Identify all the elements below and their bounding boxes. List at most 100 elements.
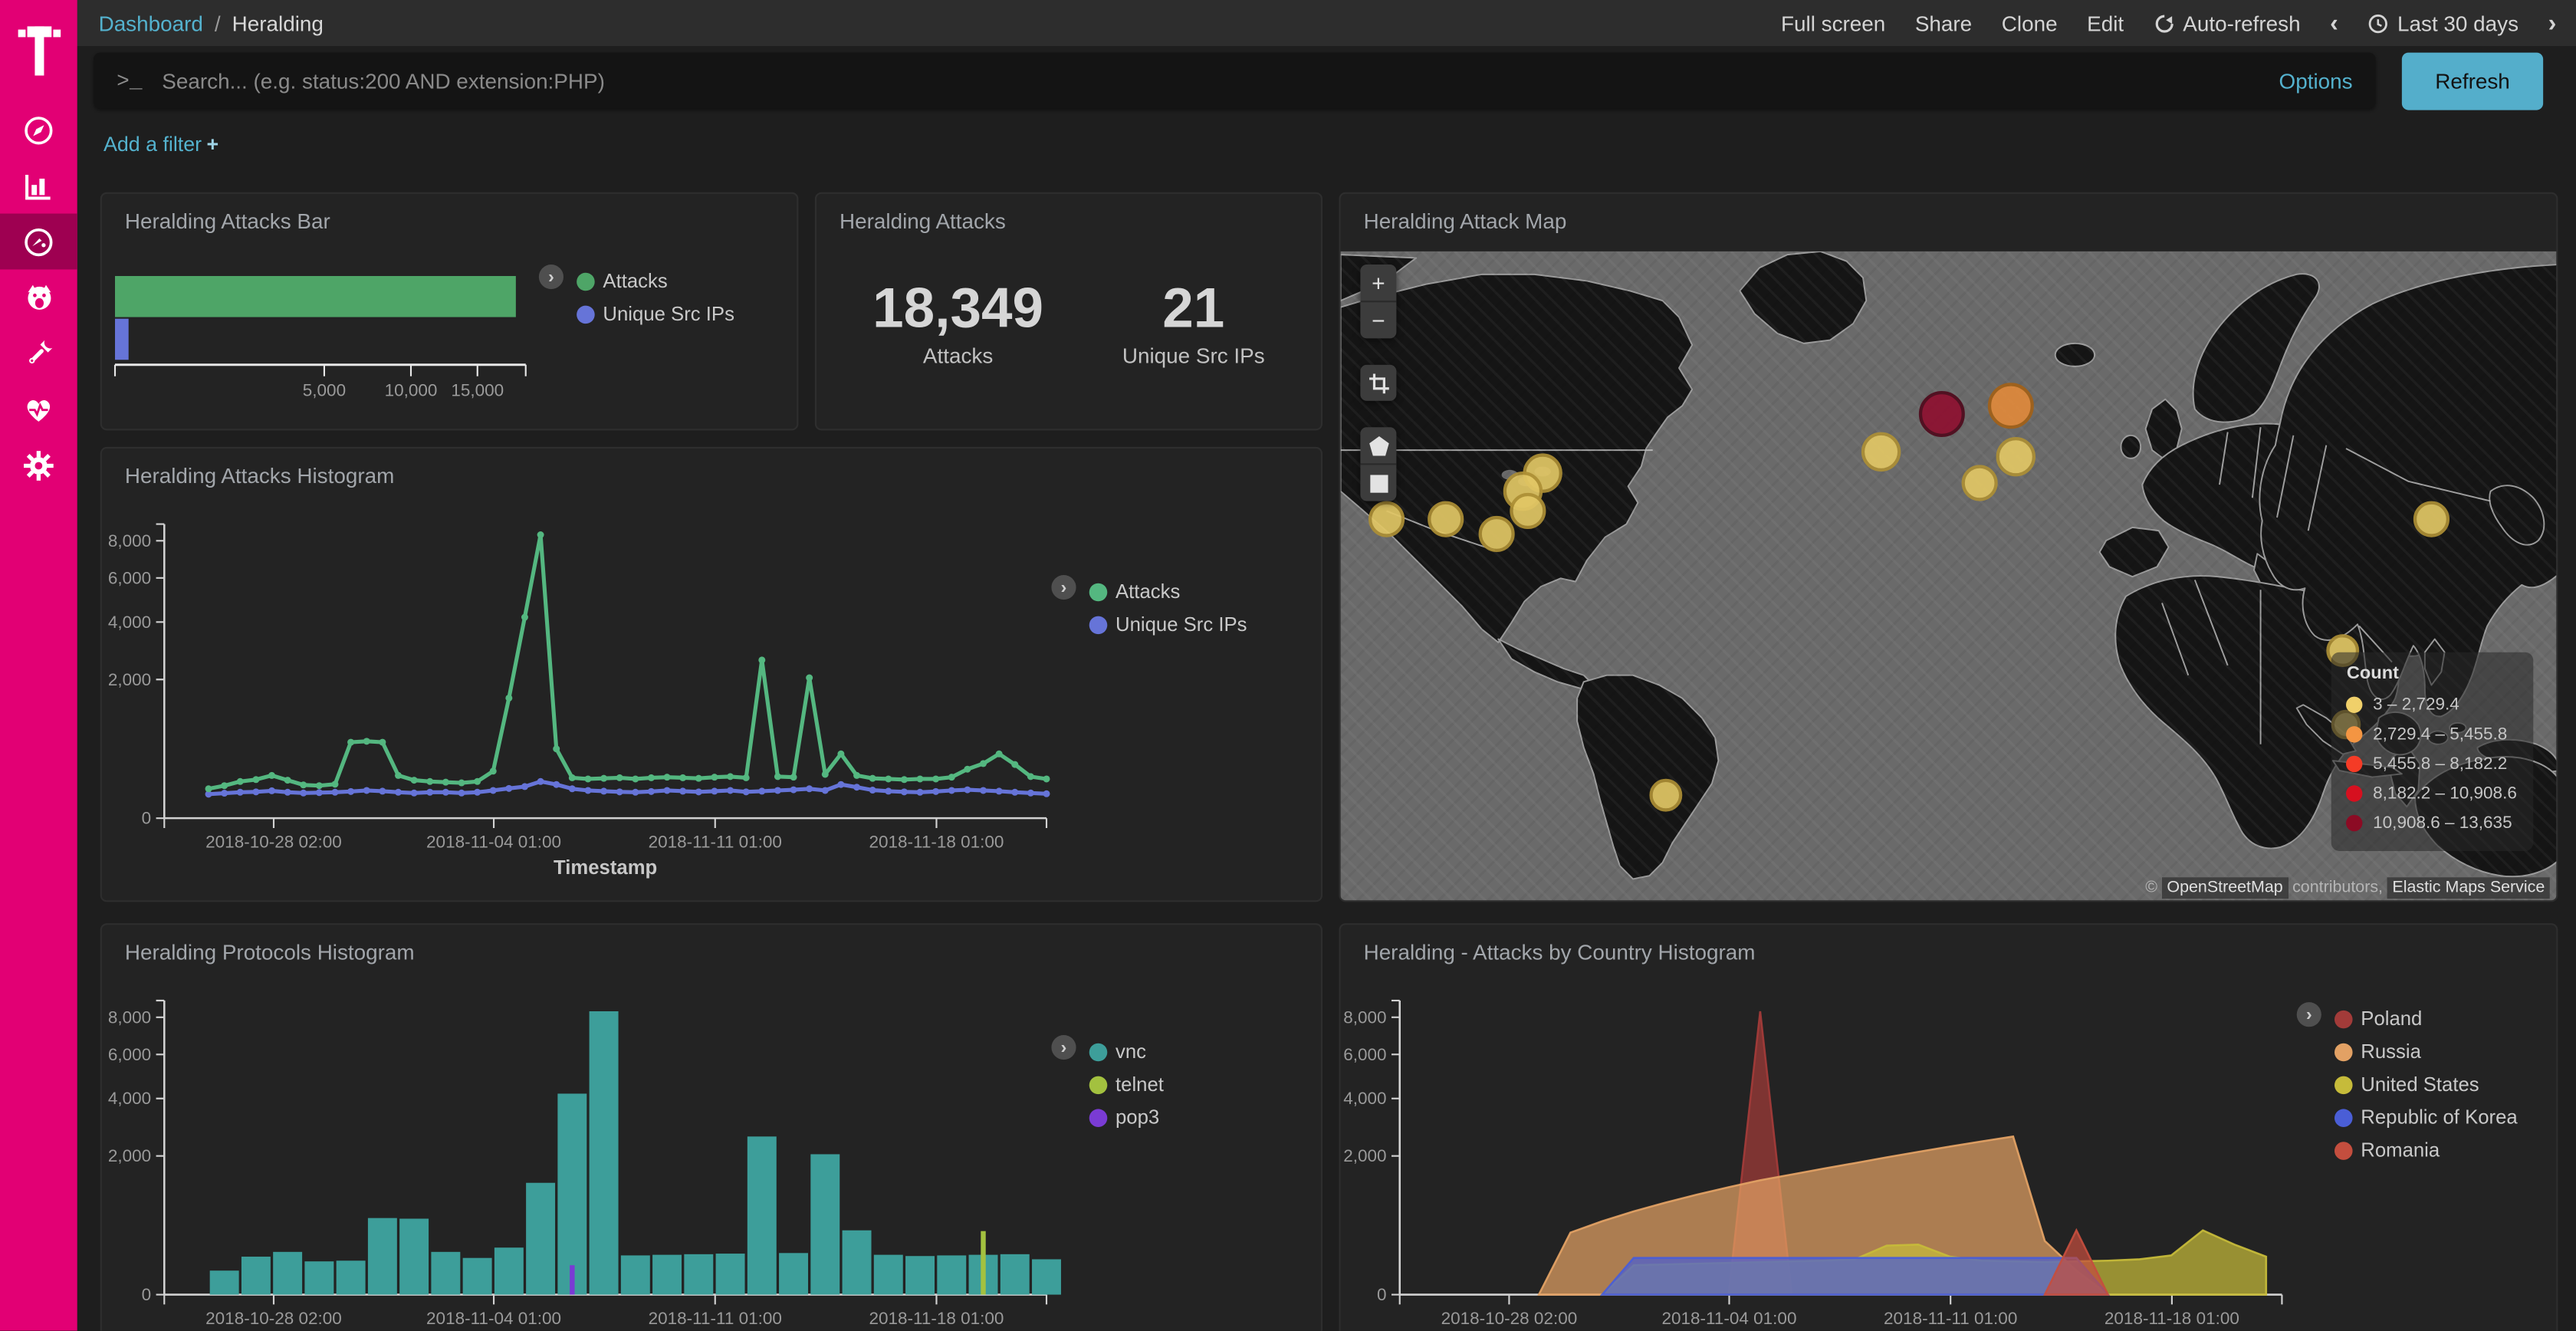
attack-location-circle[interactable] (1510, 493, 1546, 529)
time-step-forward-button[interactable]: › (2548, 11, 2557, 35)
metric-unique-src-ips: 21 Unique Src IPs (1122, 279, 1265, 369)
edit-button[interactable]: Edit (2087, 11, 2124, 35)
legend-item[interactable]: Russia (2334, 1035, 2518, 1068)
attack-location-circle[interactable] (1479, 516, 1515, 552)
map-controls: + − (1360, 265, 1396, 501)
panel-protocols-histogram: Heralding Protocols Histogram 02,0004,00… (100, 923, 1322, 1330)
share-button[interactable]: Share (1915, 11, 1972, 35)
elastic-maps-service-link[interactable]: Elastic Maps Service (2387, 877, 2550, 899)
breadcrumb-dashboard-link[interactable]: Dashboard (99, 11, 203, 35)
sidebar-item-monitoring[interactable] (0, 381, 77, 437)
legend-item[interactable]: Attacks (1089, 575, 1247, 608)
svg-text:8,000: 8,000 (1343, 1007, 1386, 1027)
time-range-button[interactable]: Last 30 days (2367, 11, 2518, 35)
fit-data-bounds-button[interactable] (1360, 365, 1396, 401)
metric-label: Unique Src IPs (1122, 344, 1265, 369)
legend-item[interactable]: Unique Src IPs (577, 297, 734, 330)
legend-color-dot (1089, 1043, 1108, 1061)
rectangle-icon (1368, 472, 1389, 494)
panel-title: Heralding Attacks Bar (125, 209, 330, 233)
legend-item[interactable]: pop3 (1089, 1101, 1164, 1134)
add-filter-button[interactable]: Add a filter+ (104, 133, 219, 156)
svg-text:Timestamp: Timestamp (554, 857, 657, 879)
bar-chart-icon (23, 170, 54, 202)
sidebar-item-dashboard[interactable] (0, 214, 77, 270)
draw-polygon-button[interactable] (1360, 427, 1396, 465)
options-link[interactable]: Options (2279, 68, 2353, 93)
zoom-in-button[interactable]: + (1360, 265, 1396, 302)
search-input[interactable] (159, 67, 2256, 94)
gauge-icon (23, 226, 54, 258)
sidebar-item-timelion[interactable] (0, 269, 77, 325)
attack-location-circle[interactable] (1988, 383, 2034, 429)
clone-button[interactable]: Clone (2002, 11, 2058, 35)
breadcrumb-separator: / (215, 11, 221, 35)
sidebar-item-dev-tools[interactable] (0, 325, 77, 381)
svg-text:6,000: 6,000 (1343, 1045, 1386, 1064)
wrench-icon (23, 337, 54, 369)
legend-color-dot (1089, 1076, 1108, 1094)
svg-text:2018-11-04 01:00: 2018-11-04 01:00 (1661, 1309, 1796, 1328)
map-legend-item: 10,908.6 – 13,635 (2347, 808, 2517, 838)
metric-value: 21 (1122, 279, 1265, 340)
legend-item[interactable]: vnc (1089, 1035, 1164, 1068)
legend-item[interactable]: telnet (1089, 1068, 1164, 1101)
full-screen-button[interactable]: Full screen (1781, 11, 1885, 35)
svg-text:2018-11-11 01:00: 2018-11-11 01:00 (1884, 1309, 2017, 1328)
panel-title: Heralding - Attacks by Country Histogram (1364, 940, 1756, 965)
sidebar-item-management[interactable] (0, 437, 77, 493)
attack-location-circle[interactable] (1861, 432, 1901, 472)
legend-color-dot (577, 272, 595, 291)
sidebar-item-visualize[interactable] (0, 158, 77, 214)
legend-item[interactable]: Attacks (577, 265, 734, 297)
metric-attacks: 18,349 Attacks (872, 279, 1043, 369)
legend-toggle-icon[interactable]: › (2297, 1002, 2321, 1027)
svg-text:2,000: 2,000 (1343, 1146, 1386, 1165)
t-mobile-logo[interactable] (0, 0, 77, 102)
legend-item[interactable]: Poland (2334, 1002, 2518, 1035)
attack-location-circle[interactable] (1919, 391, 1965, 437)
breadcrumb: Dashboard / Heralding (99, 11, 324, 35)
legend-color-dot (2334, 1141, 2353, 1159)
attack-location-circle[interactable] (1962, 465, 1998, 501)
metric-label: Attacks (872, 344, 1043, 369)
svg-text:6,000: 6,000 (108, 568, 151, 587)
map-attribution: © OpenStreetMap contributors, Elastic Ma… (2145, 879, 2550, 897)
refresh-button[interactable]: Refresh (2402, 52, 2543, 110)
svg-text:2018-10-28 02:00: 2018-10-28 02:00 (205, 833, 342, 852)
svg-text:2018-11-04 01:00: 2018-11-04 01:00 (426, 833, 561, 852)
legend-item[interactable]: United States (2334, 1068, 2518, 1101)
svg-text:2018-11-04 01:00: 2018-11-04 01:00 (426, 1309, 561, 1328)
filter-bar: Add a filter+ (77, 115, 219, 174)
world-map[interactable]: + − Count (1341, 251, 2558, 902)
panel-title: Heralding Protocols Histogram (125, 940, 415, 965)
breadcrumb-current: Heralding (232, 11, 324, 35)
legend-item[interactable]: Romania (2334, 1134, 2518, 1167)
attacks-line-chart: 02,0004,0006,0008,0002018-10-28 02:00201… (102, 449, 1321, 900)
panel-title: Heralding Attacks Histogram (125, 463, 394, 488)
sidebar-item-discover[interactable] (0, 102, 77, 158)
legend-item[interactable]: Republic of Korea (2334, 1101, 2518, 1134)
svg-text:8,000: 8,000 (108, 1007, 151, 1027)
legend-color-dot (2334, 1108, 2353, 1126)
attack-location-circle[interactable] (1649, 779, 1682, 812)
legend-toggle-icon[interactable]: › (1051, 575, 1076, 600)
svg-text:2018-11-18 01:00: 2018-11-18 01:00 (869, 833, 1004, 852)
attack-location-circle[interactable] (1996, 437, 2036, 476)
crop-icon (1368, 372, 1389, 393)
panel-country-histogram: Heralding - Attacks by Country Histogram… (1339, 923, 2558, 1330)
legend-toggle-icon[interactable]: › (539, 265, 564, 289)
legend-toggle-icon[interactable]: › (1051, 1035, 1076, 1060)
attack-location-circle[interactable] (1428, 501, 1464, 537)
attack-location-circle[interactable] (2413, 501, 2450, 537)
zoom-out-button[interactable]: − (1360, 302, 1396, 338)
auto-refresh-button[interactable]: Auto-refresh (2154, 11, 2301, 35)
openstreetmap-link[interactable]: OpenStreetMap (2162, 877, 2288, 899)
time-step-back-button[interactable]: ‹ (2330, 11, 2338, 35)
panel-attacks-metric: Heralding Attacks 18,349 Attacks 21 Uniq… (815, 192, 1322, 431)
legend-item[interactable]: Unique Src IPs (1089, 608, 1247, 641)
draw-rectangle-button[interactable] (1360, 465, 1396, 501)
attack-location-circle[interactable] (1368, 501, 1405, 537)
svg-text:0: 0 (1377, 1285, 1387, 1304)
legend-color-dot (2334, 1010, 2353, 1028)
